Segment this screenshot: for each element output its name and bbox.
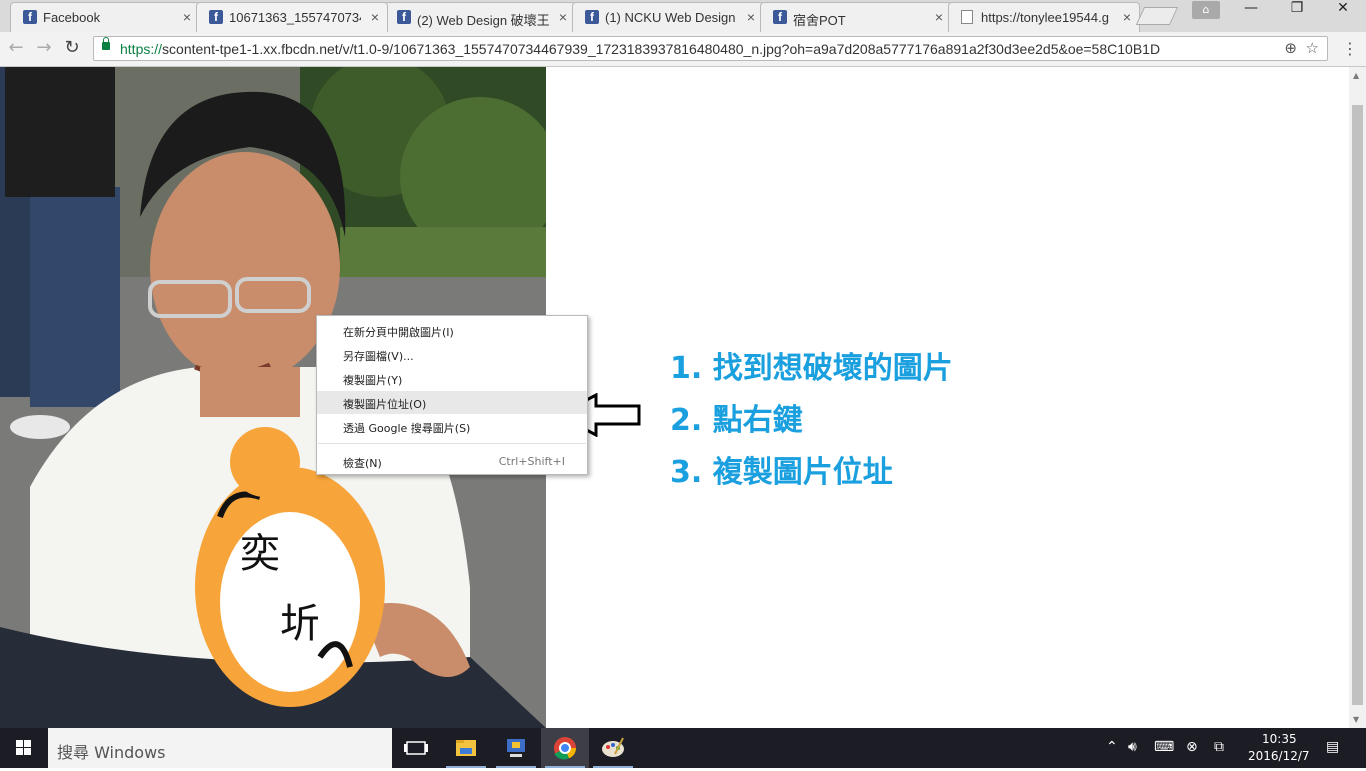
start-button[interactable]: [0, 728, 48, 768]
tab-title: (2) Web Design 破壞王: [417, 13, 549, 28]
chevron-up-icon[interactable]: ⌃: [1106, 739, 1118, 755]
page-content: 奕 圻 1. 找到想破壞的圖片 2. 點右鍵 3. 複製圖片位址 ▲ ▼: [0, 67, 1366, 728]
tab-web-design[interactable]: f (2) Web Design 破壞王 ×: [384, 2, 576, 32]
scroll-thumb[interactable]: [1352, 105, 1363, 705]
address-bar[interactable]: https://scontent-tpe1-1.xx.fbcdn.net/v/t…: [93, 36, 1328, 61]
restore-button[interactable]: ❐: [1274, 0, 1320, 28]
browser-menu-icon[interactable]: ⋮: [1342, 39, 1358, 59]
close-icon[interactable]: ×: [1123, 9, 1131, 25]
reload-button[interactable]: ↻: [62, 39, 82, 59]
windows-icon: [16, 740, 31, 755]
url-text[interactable]: https://scontent-tpe1-1.xx.fbcdn.net/v/t…: [120, 41, 1160, 57]
tab-dorm-pot[interactable]: f 宿舍POT ×: [760, 2, 952, 32]
network-app-button[interactable]: [492, 728, 540, 768]
menu-save-image-as[interactable]: 另存圖檔(V)...: [317, 343, 587, 366]
context-menu: 在新分頁中開啟圖片(I) 另存圖檔(V)... 複製圖片(Y) 複製圖片位址(O…: [316, 315, 588, 475]
task-view-button[interactable]: [392, 728, 440, 768]
bookmark-star-icon[interactable]: ☆: [1306, 39, 1319, 57]
close-icon[interactable]: ×: [935, 9, 943, 25]
taskbar: 搜尋 Windows ⌃ 🔊︎ ⌨ ⊗ ⧉ 10:35 2016/12/7 ▤: [0, 728, 1366, 768]
close-window-button[interactable]: ✕: [1320, 0, 1366, 28]
close-icon[interactable]: ×: [371, 9, 379, 25]
browser-toolbar: ← → ↻ https://scontent-tpe1-1.xx.fbcdn.n…: [0, 32, 1366, 67]
tab-facebook[interactable]: f Facebook ×: [10, 2, 200, 32]
back-button[interactable]: ←: [6, 39, 26, 59]
clock-date[interactable]: 2016/12/7: [1248, 749, 1310, 763]
profile-icon[interactable]: ⌂: [1192, 1, 1220, 19]
badge-text-yi: 奕: [240, 531, 280, 577]
network-icon: [507, 739, 525, 757]
scroll-down-icon[interactable]: ▼: [1353, 715, 1359, 724]
menu-open-image-new-tab[interactable]: 在新分頁中開啟圖片(I): [317, 319, 587, 342]
tab-tonylee[interactable]: https://tonylee19544.g ×: [948, 2, 1140, 32]
tab-title: 宿舍POT: [793, 13, 846, 28]
tab-title: https://tonylee19544.g: [981, 10, 1109, 25]
scrollbar[interactable]: ▲ ▼: [1349, 67, 1366, 728]
tab-title: Facebook: [43, 10, 101, 25]
volume-icon[interactable]: 🔊︎: [1128, 739, 1137, 755]
close-icon[interactable]: ×: [747, 9, 755, 25]
tab-title: 10671363_1557470734: [229, 10, 361, 25]
paint-button[interactable]: [589, 728, 637, 768]
close-icon[interactable]: ×: [183, 9, 191, 25]
facebook-icon: f: [585, 10, 599, 24]
menu-separator: [318, 443, 586, 444]
task-view-icon: [404, 741, 428, 755]
close-icon[interactable]: ×: [559, 9, 567, 25]
minimize-button[interactable]: —: [1228, 0, 1274, 28]
facebook-icon: f: [773, 10, 787, 24]
badge-text-qi: 圻: [280, 601, 320, 647]
lock-icon: [102, 37, 110, 50]
document-icon: [961, 10, 973, 24]
chrome-icon: [554, 737, 577, 760]
menu-copy-image[interactable]: 複製圖片(Y): [317, 367, 587, 390]
taskbar-search[interactable]: 搜尋 Windows: [48, 728, 392, 768]
network-off-icon[interactable]: ⊗: [1186, 739, 1198, 755]
scroll-up-icon[interactable]: ▲: [1353, 71, 1359, 80]
forward-button[interactable]: →: [34, 39, 54, 59]
folder-icon: [456, 740, 476, 756]
tab-image[interactable]: f 10671363_1557470734 ×: [196, 2, 388, 32]
facebook-icon: f: [23, 10, 37, 24]
keyboard-icon[interactable]: ⌨: [1154, 739, 1174, 755]
facebook-icon: f: [397, 10, 411, 24]
new-tab-button[interactable]: [1135, 7, 1179, 25]
step-2: 2. 點右鍵: [670, 403, 803, 438]
ime-icon[interactable]: ⧉: [1214, 739, 1224, 755]
notification-icon[interactable]: ▤: [1326, 739, 1339, 755]
facebook-icon: f: [209, 10, 223, 24]
step-3: 3. 複製圖片位址: [670, 455, 893, 490]
menu-copy-image-address[interactable]: 複製圖片位址(O): [317, 391, 587, 414]
clock-time[interactable]: 10:35: [1262, 732, 1297, 746]
paint-icon: [602, 737, 624, 757]
file-explorer-button[interactable]: [442, 728, 490, 768]
chrome-button[interactable]: [541, 728, 589, 768]
tab-title: (1) NCKU Web Design: [605, 10, 736, 25]
menu-inspect[interactable]: 檢查(N) Ctrl+Shift+I: [317, 450, 587, 473]
taskbar-search-placeholder: 搜尋 Windows: [57, 743, 166, 762]
step-1: 1. 找到想破壞的圖片: [670, 351, 953, 386]
tab-strip: f Facebook × f 10671363_1557470734 × f (…: [0, 0, 1366, 32]
tab-ncku-web-design[interactable]: f (1) NCKU Web Design ×: [572, 2, 764, 32]
menu-inspect-shortcut: Ctrl+Shift+I: [498, 455, 565, 468]
zoom-icon[interactable]: ⊕: [1284, 39, 1297, 57]
menu-search-google-image[interactable]: 透過 Google 搜尋圖片(S): [317, 415, 587, 438]
